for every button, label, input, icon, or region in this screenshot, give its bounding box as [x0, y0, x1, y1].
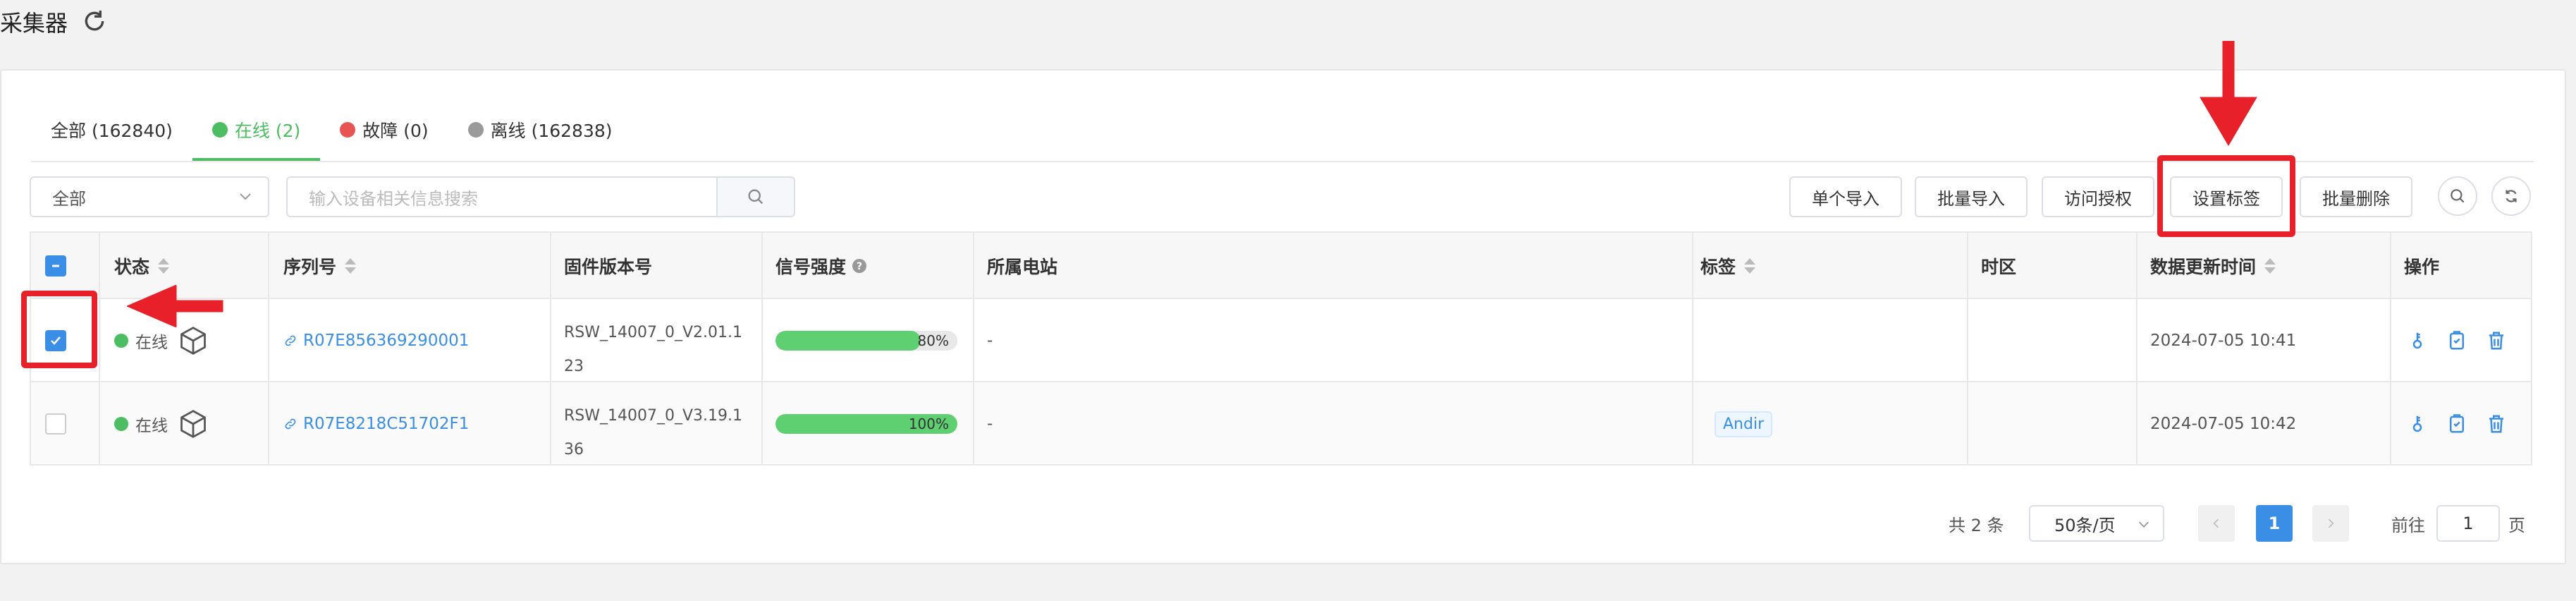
signal-bar: 100%	[775, 414, 957, 434]
status-text: 在线	[135, 334, 168, 352]
firmware-line: 23	[564, 358, 584, 375]
signal-label: 80%	[917, 332, 949, 349]
signal-bar: 80%	[775, 331, 957, 351]
search-icon	[2451, 189, 2465, 203]
goto-prefix: 前往	[2391, 515, 2425, 535]
station-cell: -	[987, 415, 993, 433]
search-icon	[748, 189, 763, 205]
single-import-button[interactable]: 单个导入	[1789, 176, 1902, 217]
device-tag[interactable]: Andir	[1715, 411, 1773, 437]
column-station: 所属电站	[987, 257, 1058, 277]
tab-offline[interactable]: 离线 (162838)	[448, 99, 632, 161]
page-size-select[interactable]: 50条/页	[2029, 505, 2164, 542]
clipboard-icon[interactable]	[2446, 413, 2467, 435]
online-dot-icon	[211, 122, 228, 138]
key-icon[interactable]	[2407, 413, 2428, 435]
tab-online[interactable]: 在线 (2)	[192, 99, 321, 161]
goto-page-input[interactable]: 1	[2436, 505, 2500, 542]
column-firmware: 固件版本号	[564, 257, 653, 277]
fault-dot-icon	[340, 122, 356, 138]
help-icon[interactable]: ?	[852, 258, 867, 274]
minus-icon	[52, 265, 59, 267]
firmware-line: 36	[564, 441, 584, 459]
status-select[interactable]: 全部	[30, 176, 269, 217]
next-page-button[interactable]	[2312, 505, 2349, 542]
serial-link[interactable]: R07E856369290001	[283, 299, 469, 382]
status-text: 在线	[135, 417, 168, 435]
device-box-icon[interactable]	[178, 408, 209, 439]
offline-dot-icon	[467, 122, 484, 138]
column-timezone: 时区	[1981, 257, 2017, 277]
arrow-down-icon	[2200, 41, 2257, 146]
refresh-icon[interactable]	[80, 7, 109, 35]
column-serial[interactable]: 序列号	[283, 233, 357, 299]
status-dot-icon	[114, 334, 128, 348]
serial-link[interactable]: R07E8218C51702F1	[283, 382, 469, 466]
firmware-line: RSW_14007_0_V2.01.1	[564, 324, 743, 341]
status-tabs: 全部 (162840) 在线 (2) 故障 (0) 离线 (162838)	[31, 99, 2576, 161]
sort-icon[interactable]	[2264, 257, 2276, 275]
updated-cell: 2024-07-05 10:41	[2150, 332, 2297, 350]
svg-text:?: ?	[857, 261, 862, 272]
trash-icon[interactable]	[2486, 413, 2507, 435]
access-auth-button[interactable]: 访问授权	[2042, 176, 2154, 217]
chevron-right-icon	[2328, 518, 2334, 528]
batch-import-button[interactable]: 批量导入	[1915, 176, 2028, 217]
chevron-down-icon	[240, 193, 251, 200]
row-checkbox[interactable]	[45, 413, 66, 435]
column-signal: 信号强度 ?	[775, 233, 867, 299]
select-all-checkbox[interactable]	[45, 255, 66, 277]
column-actions: 操作	[2404, 257, 2440, 277]
firmware-line: RSW_14007_0_V3.19.1	[564, 407, 743, 425]
sort-icon[interactable]	[1744, 257, 1756, 275]
page-title: 采集器	[0, 10, 68, 37]
arrow-left-icon	[127, 285, 223, 327]
prev-page-button[interactable]	[2198, 505, 2235, 542]
tab-fault[interactable]: 故障 (0)	[320, 99, 448, 161]
station-cell: -	[987, 332, 993, 350]
clipboard-icon[interactable]	[2446, 330, 2467, 351]
link-icon	[285, 335, 296, 346]
updated-cell: 2024-07-05 10:42	[2150, 415, 2297, 433]
batch-delete-button[interactable]: 批量删除	[2300, 176, 2412, 217]
key-icon[interactable]	[2407, 330, 2428, 351]
highlight-box-row-checkbox	[21, 291, 97, 368]
signal-label: 100%	[908, 415, 949, 432]
sort-icon[interactable]	[345, 257, 357, 275]
sync-icon	[2506, 190, 2517, 202]
device-box-icon[interactable]	[178, 325, 209, 356]
chevron-down-icon	[2138, 521, 2149, 528]
device-table: 状态 序列号 固件版本号 信号强度 ? 所属电站 标签 时区 数据更新时间 操作…	[30, 231, 2532, 466]
total-count: 共 2 条	[1949, 515, 2004, 535]
status-dot-icon	[114, 417, 128, 431]
page-1-button[interactable]: 1	[2256, 505, 2293, 542]
tab-all[interactable]: 全部 (162840)	[31, 99, 192, 161]
search-button[interactable]	[716, 176, 795, 217]
sort-icon[interactable]	[158, 257, 170, 275]
search-input[interactable]: 输入设备相关信息搜索	[286, 176, 718, 217]
trash-icon[interactable]	[2486, 330, 2507, 351]
column-updated[interactable]: 数据更新时间	[2150, 233, 2276, 299]
signal-fill	[775, 331, 921, 351]
reload-button[interactable]	[2491, 176, 2531, 216]
link-icon	[285, 418, 296, 430]
column-tags[interactable]: 标签	[1700, 233, 1756, 299]
chevron-left-icon	[2213, 518, 2219, 528]
search-toggle-button[interactable]	[2438, 176, 2477, 216]
goto-suffix: 页	[2508, 515, 2525, 535]
highlight-box-set-tags	[2157, 155, 2295, 237]
